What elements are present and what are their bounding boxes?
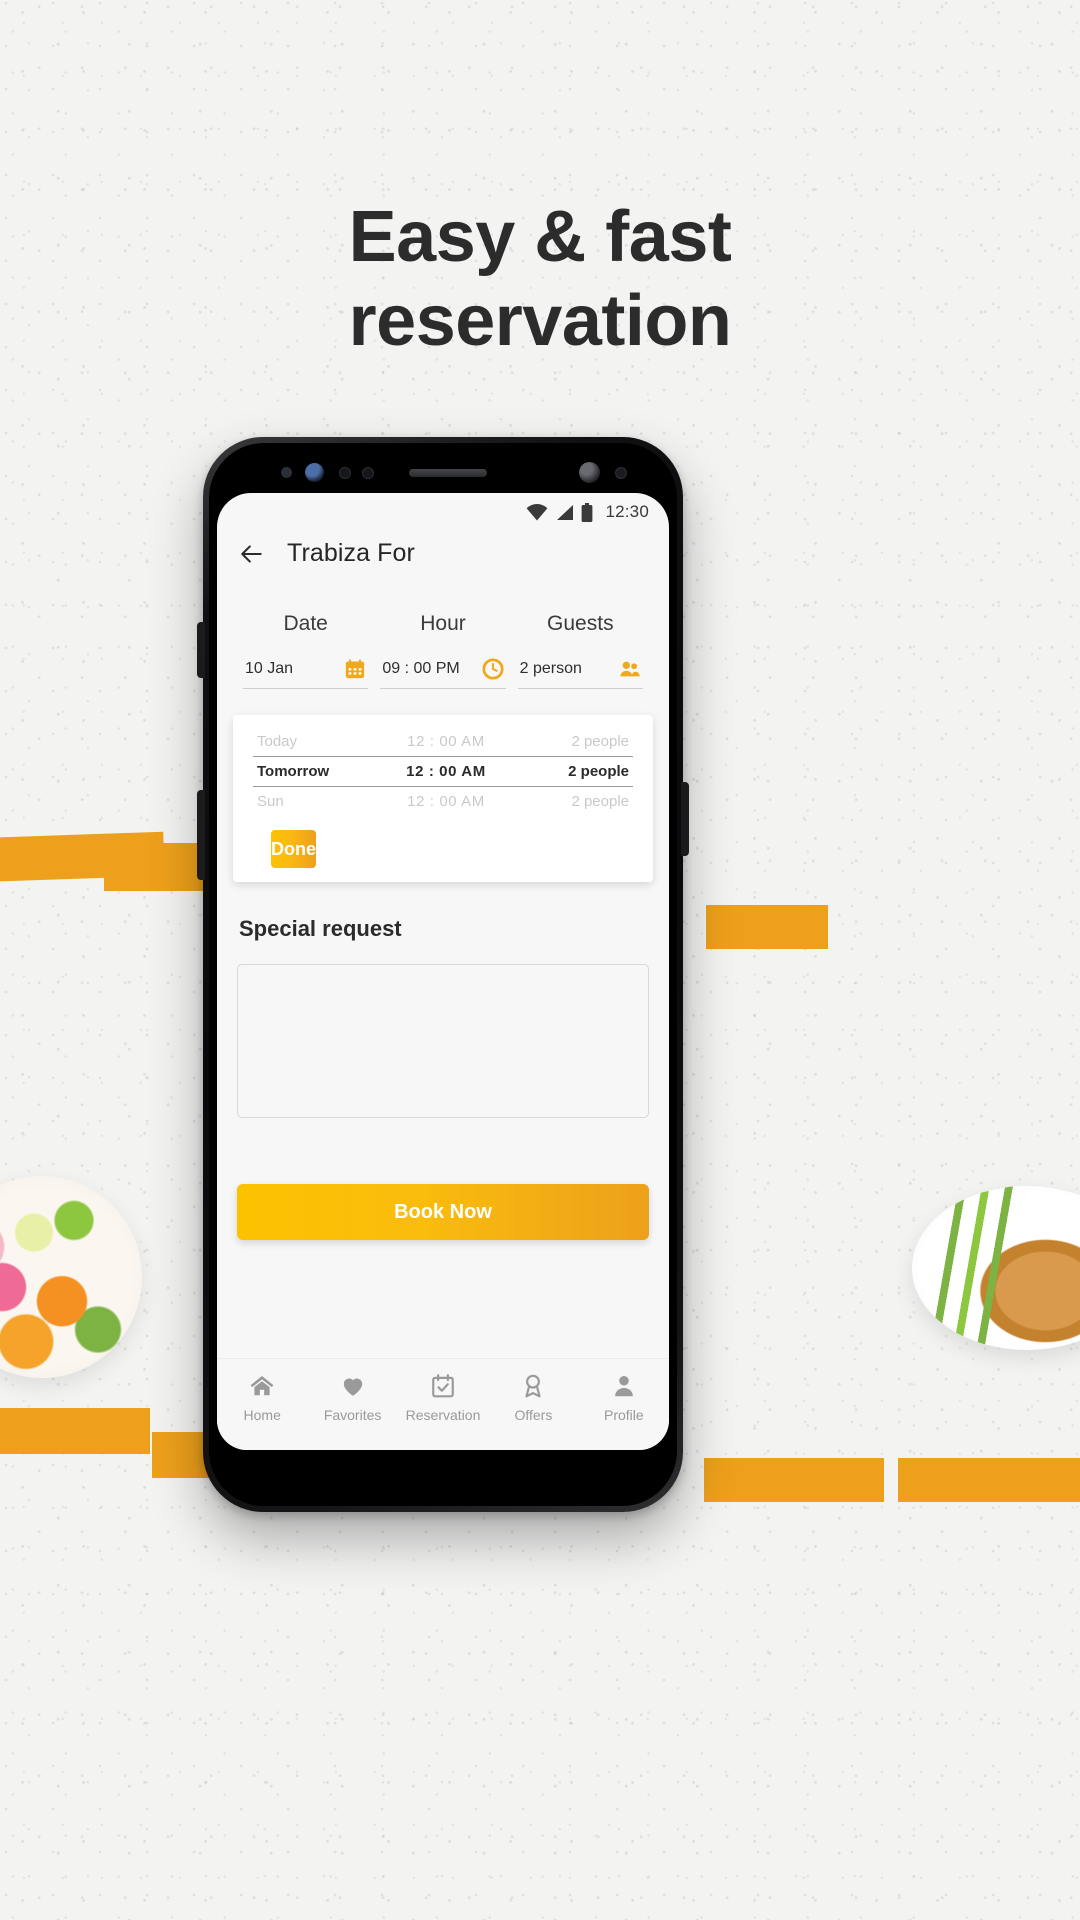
- picker-time: 12 : 00 AM: [407, 733, 485, 750]
- hour-value: 09 : 00 PM: [382, 660, 460, 677]
- special-request-input[interactable]: [237, 964, 649, 1118]
- front-camera-icon: [305, 463, 324, 482]
- calendar-icon[interactable]: [344, 658, 366, 680]
- nav-label: Favorites: [323, 1407, 382, 1423]
- phone-mockup: 12:30 Trabiza For Date 10 Jan Hour 09: …: [203, 437, 683, 1512]
- clock-icon[interactable]: [482, 658, 504, 680]
- reservation-selector-row: Date 10 Jan Hour 09: 00 PM Guests 2 per…: [217, 574, 669, 689]
- earpiece-speaker: [409, 469, 487, 477]
- picker-count: 2 people: [568, 763, 629, 780]
- date-field[interactable]: 10 Jan: [243, 658, 369, 689]
- picker-row-selected[interactable]: Tomorrow 12 : 00 AM 2 people: [233, 757, 653, 786]
- app-screen: 12:30 Trabiza For Date 10 Jan Hour 09: …: [217, 493, 669, 1450]
- hour-field[interactable]: 09 : 00 PM: [380, 658, 506, 689]
- calendar-check-icon: [430, 1373, 456, 1399]
- back-arrow-icon[interactable]: [239, 541, 265, 567]
- app-bar: Trabiza For: [217, 531, 669, 574]
- page-title: Easy & fast reservation: [0, 196, 1080, 363]
- phone-top-bezel: [209, 443, 677, 499]
- picker-time: 12 : 00 AM: [406, 763, 486, 780]
- volume-up-button[interactable]: [197, 622, 205, 678]
- selector-guests: Guests 2 person: [512, 612, 649, 689]
- nav-label: Reservation: [405, 1407, 481, 1423]
- picker-day: Tomorrow: [257, 763, 330, 780]
- home-icon: [249, 1373, 275, 1399]
- picker-day: Sun: [257, 793, 284, 810]
- battery-icon: [581, 502, 593, 522]
- nav-item-offers[interactable]: Offers: [488, 1373, 578, 1423]
- nav-label: Home: [243, 1407, 281, 1423]
- picker-row[interactable]: Today 12 : 00 AM 2 people: [233, 727, 653, 756]
- book-now-button[interactable]: Book Now: [237, 1184, 649, 1240]
- picker-count: 2 people: [571, 733, 629, 750]
- decorative-bar: [0, 1408, 150, 1454]
- nav-item-profile[interactable]: Profile: [579, 1373, 669, 1423]
- nav-label: Offers: [514, 1407, 553, 1423]
- headline-line-2: reservation: [348, 280, 732, 361]
- selector-guests-label: Guests: [547, 612, 614, 635]
- power-button[interactable]: [681, 782, 689, 856]
- status-time: 12:30: [605, 502, 649, 521]
- picker-row[interactable]: Sun 12 : 00 AM 2 people: [233, 787, 653, 816]
- volume-down-button[interactable]: [197, 790, 205, 880]
- phone-bottom-bezel: [209, 1450, 677, 1506]
- done-button[interactable]: Done: [271, 830, 316, 868]
- selector-hour: Hour 09 : 00 PM: [374, 612, 511, 689]
- phone-body: 12:30 Trabiza For Date 10 Jan Hour 09: …: [209, 443, 677, 1506]
- signal-icon: [555, 504, 574, 521]
- proximity-sensor-icon: [281, 467, 292, 478]
- award-icon: [520, 1373, 546, 1399]
- guests-field[interactable]: 2 person: [517, 658, 643, 689]
- light-sensor-icon: [362, 467, 374, 479]
- decorative-bar: [706, 905, 828, 949]
- selector-date: Date 10 Jan: [237, 612, 374, 689]
- picker-day: Today: [257, 733, 298, 750]
- guests-value: 2 person: [519, 660, 582, 677]
- selector-hour-label: Hour: [420, 612, 466, 635]
- datetime-picker-card: Today 12 : 00 AM 2 people Tomorrow 12 : …: [233, 715, 653, 882]
- secondary-camera-icon: [579, 462, 600, 483]
- bottom-navigation-bar: Home Favorites Reservation Offers Profil…: [217, 1358, 669, 1450]
- date-value: 10 Jan: [245, 660, 294, 677]
- nav-item-home[interactable]: Home: [217, 1373, 307, 1423]
- page-heading: Trabiza For: [287, 539, 415, 567]
- picker-time: 12 : 00 AM: [407, 793, 485, 810]
- wifi-icon: [526, 503, 548, 521]
- person-icon: [611, 1373, 637, 1399]
- iris-sensor-icon: [339, 467, 351, 479]
- nav-item-reservation[interactable]: Reservation: [398, 1373, 488, 1423]
- headline-line-1: Easy & fast: [348, 197, 732, 277]
- heart-icon: [340, 1373, 366, 1399]
- people-icon[interactable]: [619, 658, 641, 680]
- decorative-bar: [898, 1458, 1080, 1502]
- special-request-label: Special request: [239, 916, 402, 941]
- decorative-bar: [704, 1458, 884, 1502]
- selector-date-label: Date: [283, 612, 328, 635]
- led-indicator-icon: [615, 467, 627, 479]
- nav-item-favorites[interactable]: Favorites: [307, 1373, 397, 1423]
- picker-count: 2 people: [571, 793, 629, 810]
- nav-label: Profile: [603, 1407, 644, 1423]
